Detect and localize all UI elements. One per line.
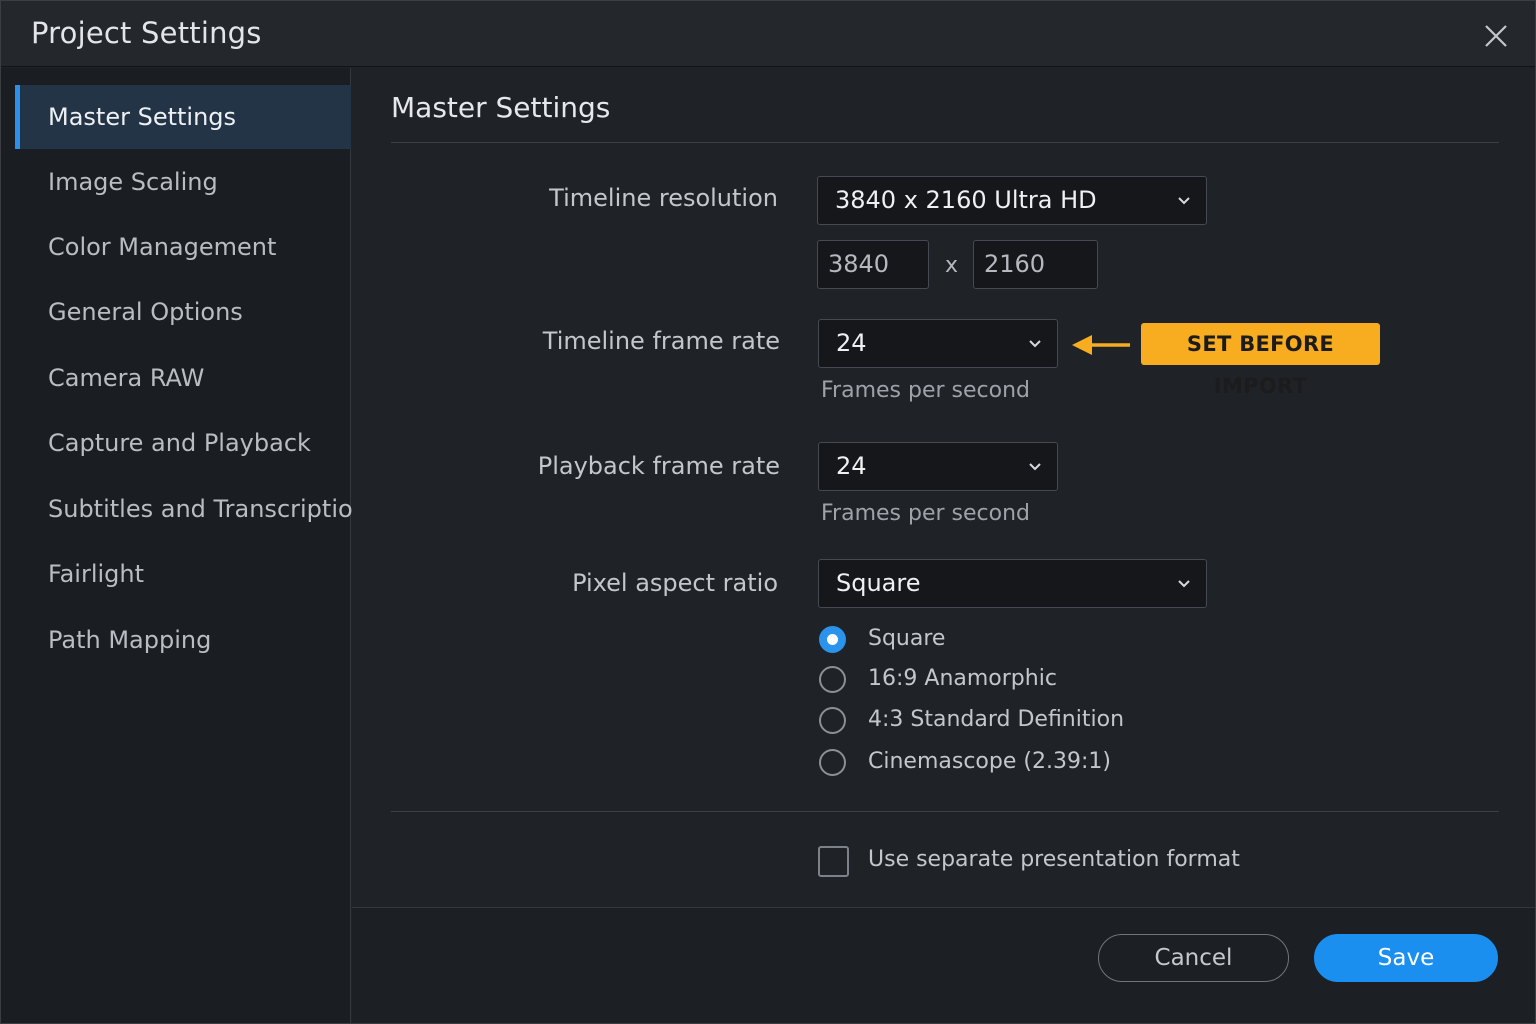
chevron-down-icon	[1029, 340, 1041, 348]
radio-button[interactable]	[819, 749, 846, 776]
timeline-resolution-value: 3840 x 2160 Ultra HD	[835, 186, 1097, 214]
timeline-frame-rate-dropdown[interactable]: 24	[818, 319, 1058, 368]
dialog-footer: Cancel Save	[352, 907, 1535, 1023]
close-button[interactable]	[1479, 19, 1513, 53]
pixel-aspect-ratio-label: Pixel aspect ratio	[572, 569, 778, 597]
sidebar-item-capture-and-playback[interactable]: Capture and Playback	[15, 411, 351, 475]
playback-frame-rate-value: 24	[836, 452, 867, 480]
resolution-separator: x	[945, 253, 959, 278]
playback-frame-rate-label: Playback frame rate	[537, 452, 780, 480]
sidebar-item-fairlight[interactable]: Fairlight	[15, 542, 351, 606]
playback-frame-rate-hint: Frames per second	[821, 501, 1030, 526]
chevron-down-icon	[1178, 580, 1190, 588]
sidebar-item-path-mapping[interactable]: Path Mapping	[15, 608, 351, 672]
sidebar-item-master-settings[interactable]: Master Settings	[15, 85, 351, 149]
arrow-left-icon	[1072, 335, 1130, 355]
radio-label: Cinemascope (2.39:1)	[868, 749, 1111, 774]
chevron-down-icon	[1029, 463, 1041, 471]
settings-panel: Master Settings Timeline resolution 3840…	[352, 68, 1535, 1023]
presentation-format-label: Use separate presentation format	[868, 847, 1240, 872]
section-divider	[391, 142, 1499, 143]
sidebar-item-general-options[interactable]: General Options	[15, 280, 351, 344]
timeline-resolution-label: Timeline resolution	[549, 184, 778, 212]
sidebar-item-color-management[interactable]: Color Management	[15, 215, 351, 279]
settings-sidebar: Master Settings Image Scaling Color Mana…	[1, 68, 368, 1023]
sidebar-item-image-scaling[interactable]: Image Scaling	[15, 150, 351, 214]
presentation-format-checkbox[interactable]	[818, 846, 849, 877]
radio-button[interactable]	[819, 666, 846, 693]
save-button[interactable]: Save	[1314, 934, 1498, 982]
section-title: Master Settings	[391, 91, 611, 124]
pixel-aspect-ratio-dropdown[interactable]: Square	[818, 559, 1207, 608]
resolution-width-input[interactable]: 3840	[817, 240, 929, 289]
chevron-down-icon	[1178, 197, 1190, 205]
cancel-button[interactable]: Cancel	[1098, 934, 1289, 982]
radio-button-selected[interactable]	[819, 626, 846, 653]
timeline-frame-rate-value: 24	[836, 329, 867, 357]
radio-label: 4:3 Standard Definition	[868, 707, 1125, 732]
project-settings-dialog: Project Settings Master Settings Image S…	[0, 0, 1536, 1024]
timeline-resolution-dropdown[interactable]: 3840 x 2160 Ultra HD	[817, 176, 1207, 225]
radio-label: Square	[868, 626, 946, 651]
sidebar-item-subtitles-and-transcription[interactable]: Subtitles and Transcription	[15, 477, 368, 541]
title-bar: Project Settings	[1, 1, 1535, 67]
close-icon	[1485, 25, 1507, 47]
timeline-frame-rate-label: Timeline frame rate	[542, 327, 780, 355]
options-divider	[391, 811, 1499, 812]
radio-button[interactable]	[819, 707, 846, 734]
dialog-title: Project Settings	[31, 16, 262, 50]
playback-frame-rate-dropdown[interactable]: 24	[818, 442, 1058, 491]
timeline-frame-rate-hint: Frames per second	[821, 378, 1030, 403]
resolution-height-input[interactable]: 2160	[973, 240, 1098, 289]
set-before-import-callout: SET BEFORE IMPORT	[1141, 323, 1380, 398]
radio-label: 16:9 Anamorphic	[868, 666, 1057, 691]
pixel-aspect-ratio-value: Square	[836, 569, 921, 597]
sidebar-item-camera-raw[interactable]: Camera RAW	[15, 346, 351, 410]
